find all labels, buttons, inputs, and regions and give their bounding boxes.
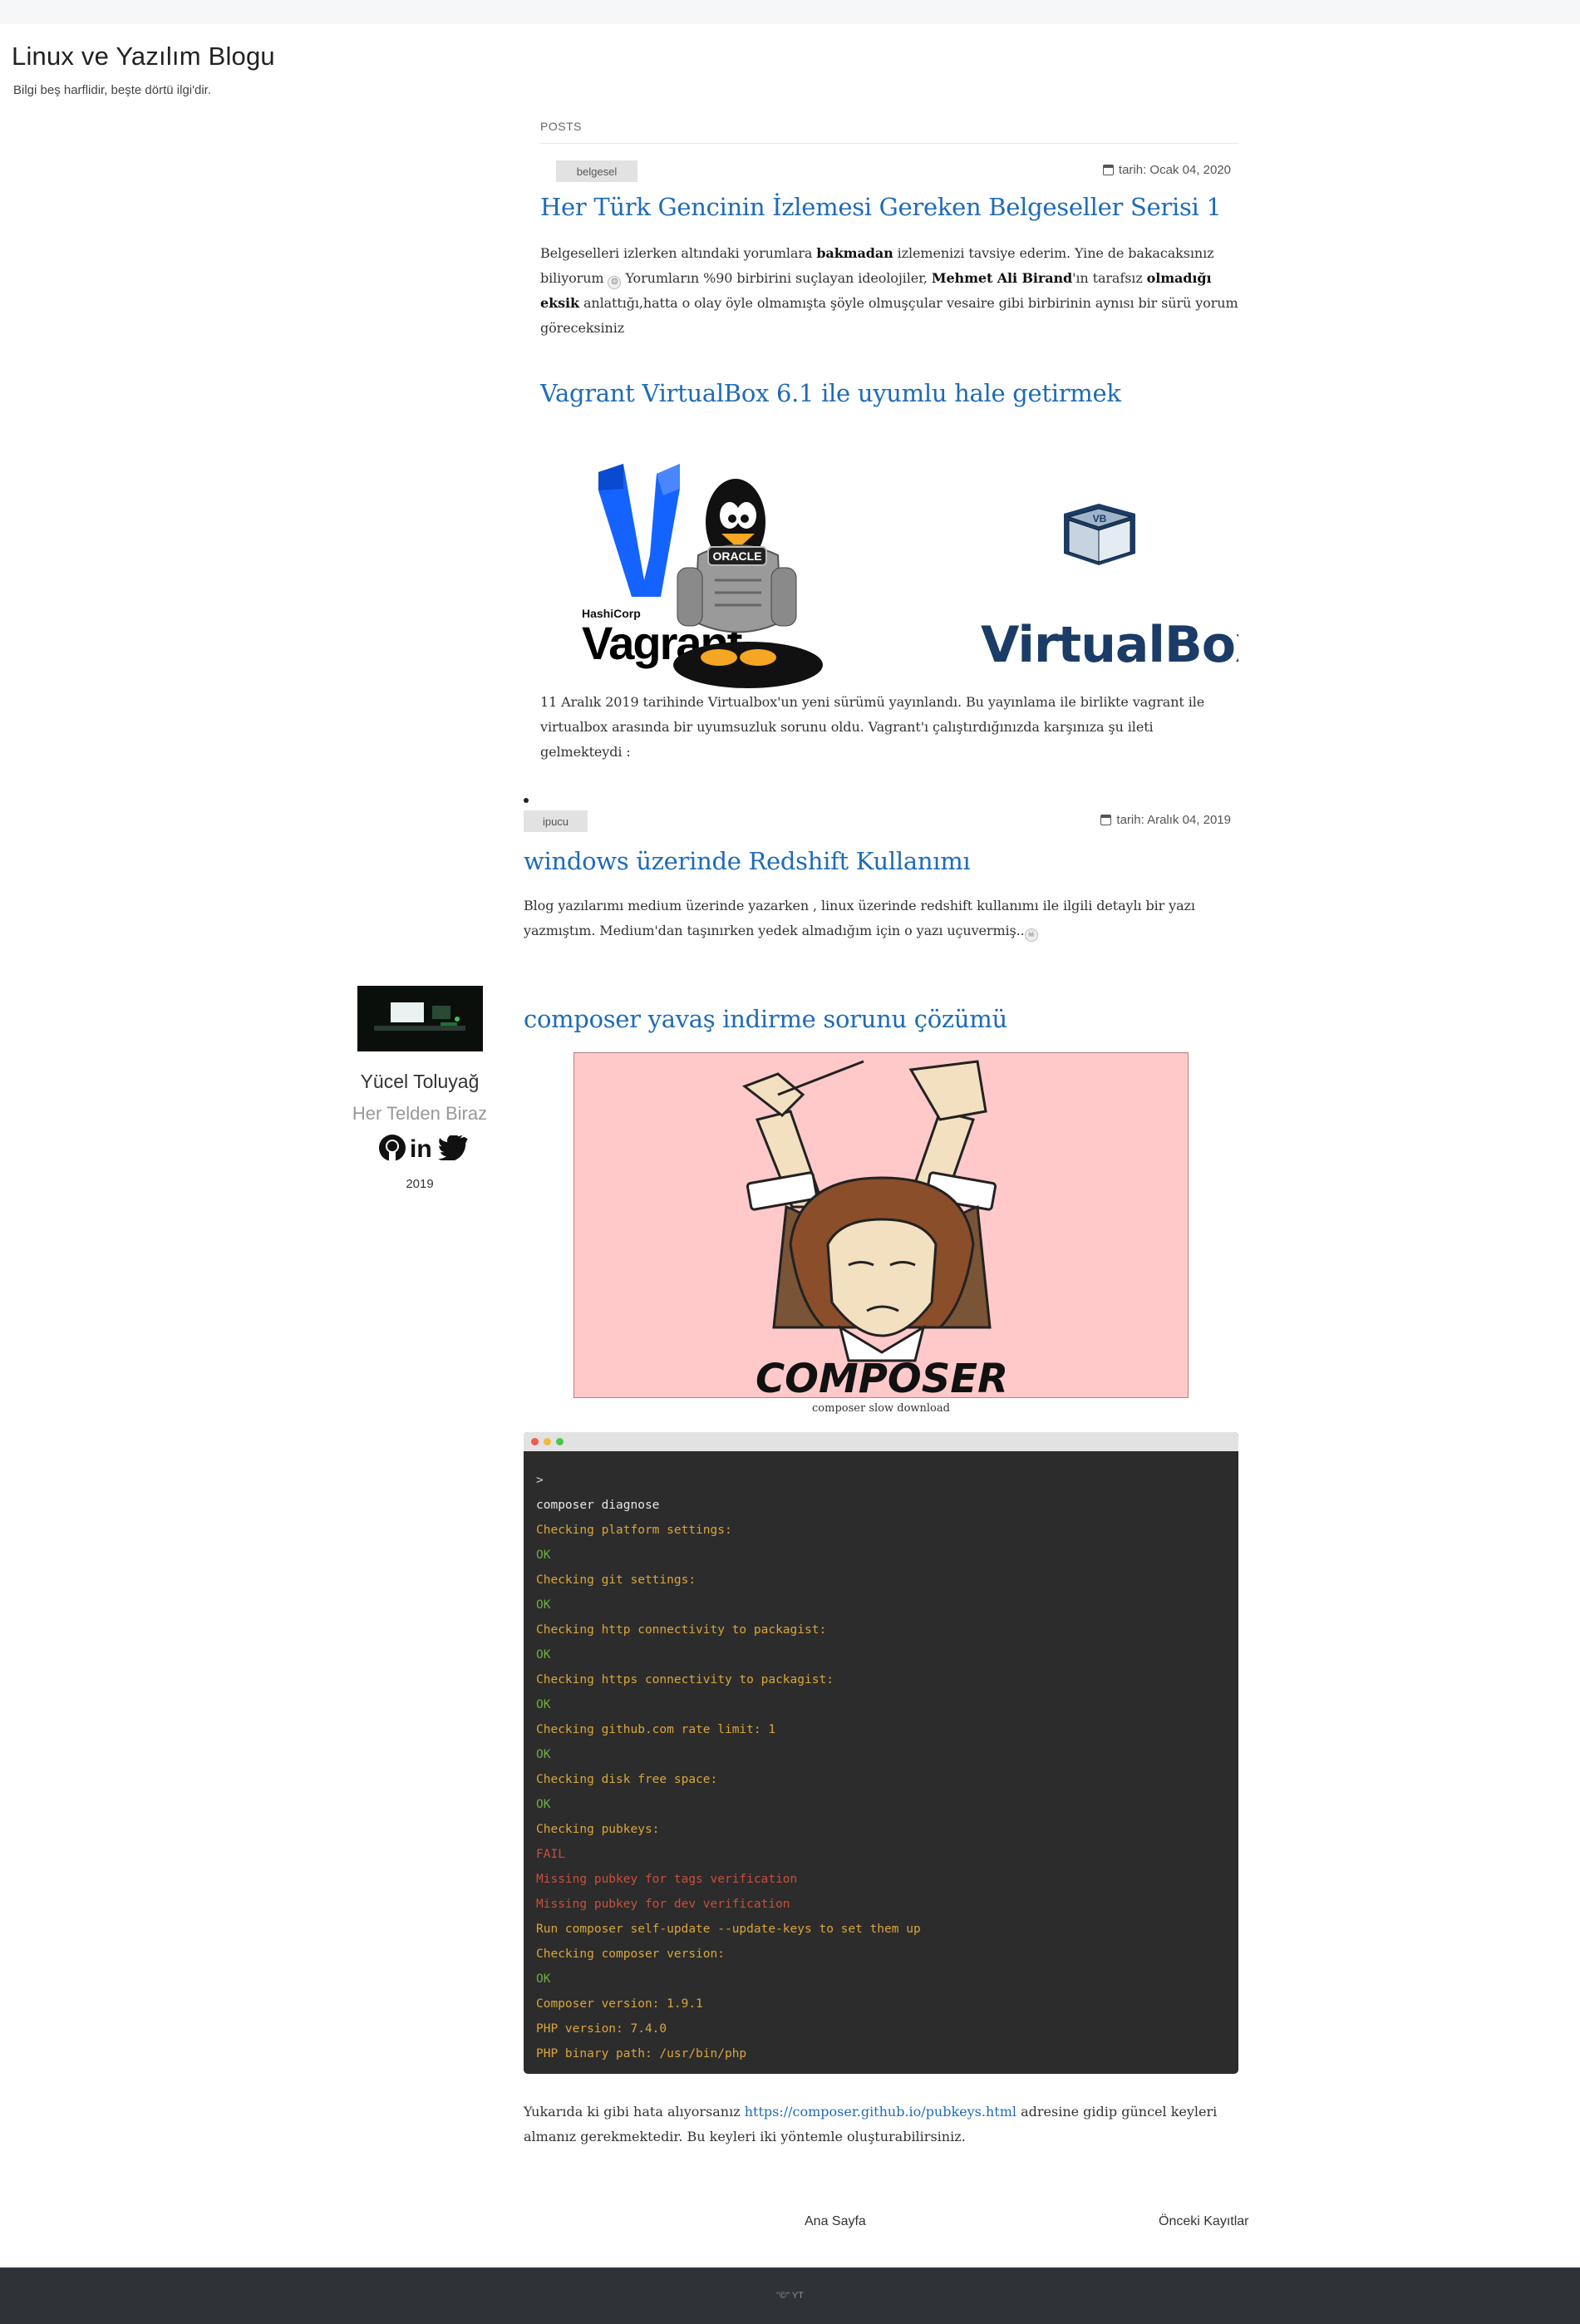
terminal-line: OK (536, 1598, 551, 1612)
excerpt-text: Belgeselleri izlerken altındaki yorumlar… (540, 245, 817, 261)
terminal-line: Checking platform settings: (536, 1524, 732, 1537)
hero-illustration: HashiCorp Vagrant ORACLE VB VirtualBox (582, 464, 1267, 688)
terminal-line: Composer version: 1.9.1 (536, 1997, 703, 2011)
terminal-line: FAIL (536, 1848, 565, 1861)
site-tagline: Bilgi beş harflidir, beşte dörtü ilgi'di… (13, 83, 211, 97)
terminal-line: OK (536, 1549, 551, 1562)
post-date-text: tarih: Ocak 04, 2020 (1118, 163, 1231, 177)
terminal-line: Checking disk free space: (536, 1773, 718, 1786)
terminal-line: Missing pubkey for tags verification (536, 1873, 798, 1886)
composer-conductor-illustration: COMPOSER (741, 1060, 1008, 1398)
excerpt-text: Yorumların %90 birbirini suçlayan ideolo… (621, 270, 932, 286)
post-date-text: tarih: Aralık 04, 2019 (1116, 813, 1231, 827)
older-posts-link[interactable]: Önceki Kayıtlar (1159, 2214, 1248, 2229)
terminal-line: Checking pubkeys: (536, 1823, 660, 1836)
calendar-icon (1102, 165, 1114, 175)
grinning-emoji-icon: ☺ (608, 276, 622, 289)
oracle-penguin-icon (673, 479, 823, 688)
oracle-badge: ORACLE (712, 549, 761, 563)
post-title-belgeseller[interactable]: Her Türk Gencinin İzlemesi Gereken Belge… (540, 193, 1222, 221)
author-year: 2019 (406, 1177, 434, 1191)
post-excerpt-redshift: Blog yazılarımı medium üzerinde yazarken… (524, 894, 1238, 943)
terminal-line: Checking https connectivity to packagist… (536, 1673, 834, 1686)
minimize-dot-icon (544, 1438, 551, 1445)
svg-text:in: in (410, 1135, 432, 1160)
terminal-titlebar (524, 1432, 1238, 1451)
linkedin-icon[interactable]: in (410, 1135, 435, 1160)
post-excerpt-vagrant: 11 Aralık 2019 tarihinde Virtualbox'un y… (540, 694, 1205, 760)
terminal-line: composer diagnose (536, 1499, 660, 1512)
post-title-composer[interactable]: composer yavaş indirme sorunu çözümü (524, 1005, 1007, 1033)
vb-cube-label: VB (1093, 513, 1107, 524)
skull-emoji-icon: ☠ (1024, 928, 1038, 942)
post-excerpt-composer: Yukarıda ki gibi hata alıyorsanız https:… (524, 2100, 1238, 2149)
home-page-link[interactable]: Ana Sayfa (805, 2214, 866, 2229)
terminal-line: OK (536, 1972, 551, 1986)
terminal-line: Checking github.com rate limit: 1 (536, 1723, 776, 1736)
footer-copyright: "©" YT (776, 2291, 804, 2301)
terminal-line: OK (536, 1798, 551, 1811)
close-dot-icon (531, 1438, 539, 1445)
excerpt-text: 'ın tarafsız (1072, 270, 1147, 286)
posts-section-label: POSTS (540, 120, 582, 133)
terminal-line: Missing pubkey for dev verification (536, 1898, 790, 1911)
social-links: in (378, 1134, 468, 1162)
excerpt-text: anlattığı,hatta o olay öyle olmamışta şö… (540, 295, 1238, 336)
terminal-line: OK (536, 1648, 551, 1662)
post-excerpt-belgeseller: Belgeselleri izlerken altındaki yorumlar… (540, 241, 1238, 341)
terminal-line: Checking git settings: (536, 1573, 696, 1587)
top-band (0, 0, 1580, 24)
avatar-image (357, 986, 483, 1051)
vagrant-logo-icon (598, 464, 680, 597)
list-bullet (524, 798, 529, 803)
terminal-line: Run composer self-update --update-keys t… (536, 1923, 921, 1936)
github-icon[interactable] (378, 1134, 406, 1162)
avatar (357, 986, 483, 1051)
terminal-line: Checking composer version: (536, 1947, 725, 1961)
excerpt-bold: Mehmet Ali Birand (931, 270, 1073, 286)
excerpt-text: Yukarıda ki gibi hata alıyorsanız (524, 2104, 745, 2120)
post-tag-ipucu[interactable]: ipucu (524, 810, 588, 832)
vagrant-virtualbox-hero-image: HashiCorp Vagrant ORACLE VB VirtualBox (573, 455, 1267, 690)
pubkeys-link[interactable]: https://composer.github.io/pubkeys.html (745, 2104, 1016, 2120)
excerpt-bold: bakmadan (816, 245, 893, 261)
composer-wordmark: COMPOSER (756, 1356, 1008, 1398)
post-date: tarih: Ocak 04, 2020 (1102, 163, 1231, 177)
image-caption: composer slow download (812, 1402, 950, 1415)
excerpt-text: Blog yazılarımı medium üzerinde yazarken… (524, 898, 1195, 938)
terminal-line: > (536, 1474, 544, 1487)
post-title-vagrant[interactable]: Vagrant VirtualBox 6.1 ile uyumlu hale g… (540, 379, 1121, 407)
post-date: tarih: Aralık 04, 2019 (1100, 813, 1231, 827)
terminal-line: OK (536, 1698, 551, 1711)
terminal-line: PHP version: 7.4.0 (536, 2022, 667, 2036)
calendar-icon (1100, 815, 1112, 825)
terminal-window: > composer diagnose Checking platform sett… (524, 1432, 1238, 2074)
author-subtitle: Her Telden Biraz (352, 1103, 488, 1124)
terminal-output: > composer diagnose Checking platform sett… (524, 1451, 1238, 2066)
site-title[interactable]: Linux ve Yazılım Blogu (12, 42, 275, 71)
composer-logo-image: COMPOSER (573, 1052, 1189, 1398)
post-title-redshift[interactable]: windows üzerinde Redshift Kullanımı (524, 847, 971, 875)
post-tag-belgesel[interactable]: belgesel (556, 160, 637, 182)
terminal-line: PHP binary path: /usr/bin/php (536, 2047, 747, 2061)
maximize-dot-icon (556, 1438, 564, 1445)
posts-divider (540, 143, 1238, 144)
footer: "©" YT (0, 2267, 1580, 2324)
terminal-line: Checking http connectivity to packagist: (536, 1623, 827, 1637)
virtualbox-wordmark: VirtualBox (981, 616, 1238, 674)
terminal-line: OK (536, 1748, 551, 1761)
author-name: Yücel Toluyağ (360, 1071, 480, 1092)
twitter-icon[interactable] (438, 1135, 468, 1160)
